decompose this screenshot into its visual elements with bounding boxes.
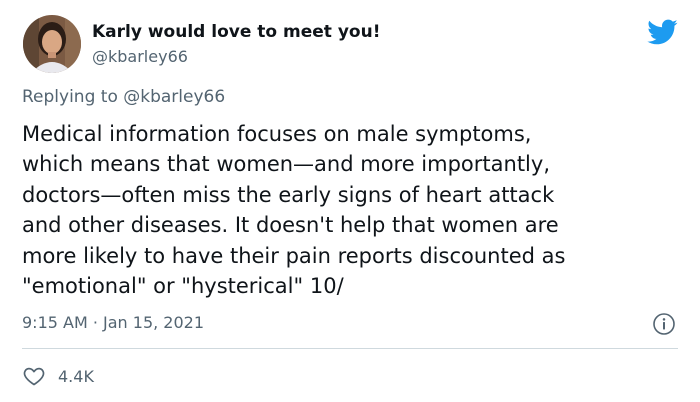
tweet-text: Medical information focuses on male symp…: [22, 119, 682, 301]
tweet-text-line: doctors—often miss the early signs of he…: [22, 182, 555, 207]
author-handle[interactable]: @kbarley66: [92, 47, 188, 66]
like-button[interactable]: 4.4K: [22, 364, 94, 388]
tweet-text-line: "emotional" or "hysterical" 10/: [22, 274, 344, 299]
replying-to-label: Replying to: [22, 87, 118, 107]
tweet-text-line: and other diseases. It doesn't help that…: [22, 213, 559, 238]
tweet-text-line: more likely to have their pain reports d…: [22, 243, 566, 268]
tweet-timestamp[interactable]: 9:15 AM · Jan 15, 2021: [22, 313, 204, 332]
info-icon[interactable]: [652, 312, 676, 336]
embedded-tweet-card: Karly would love to meet you! @kbarley66…: [0, 0, 700, 402]
replying-to-handle[interactable]: @kbarley66: [123, 87, 225, 107]
twitter-bird-icon[interactable]: [646, 16, 678, 48]
replying-to: Replying to @kbarley66: [22, 87, 225, 107]
tweet-text-line: Medical information focuses on male symp…: [22, 122, 532, 146]
like-count: 4.4K: [58, 366, 94, 386]
divider: [22, 348, 678, 349]
heart-icon: [23, 367, 45, 386]
avatar[interactable]: [23, 15, 81, 73]
author-display-name[interactable]: Karly would love to meet you!: [92, 22, 380, 42]
tweet-text-line: which means that women—and more importan…: [22, 152, 550, 177]
